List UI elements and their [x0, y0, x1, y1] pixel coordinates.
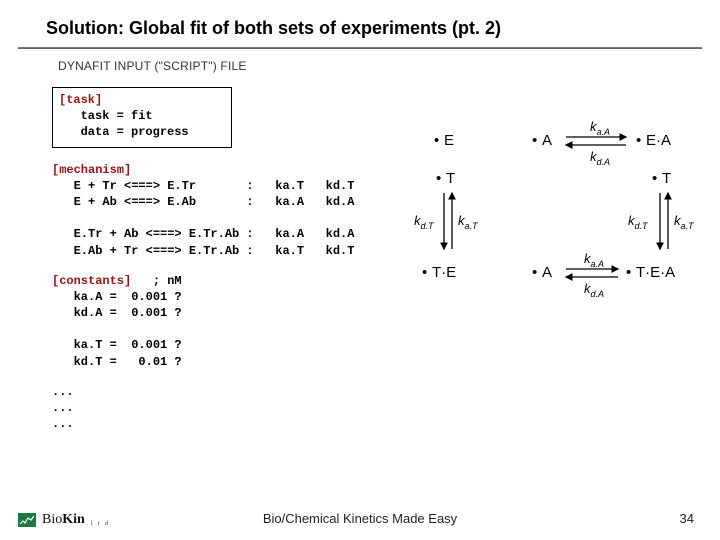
species-E: E — [444, 132, 454, 149]
svg-text:ka.T: ka.T — [674, 213, 695, 231]
svg-text:ka.A: ka.A — [584, 251, 604, 269]
rate-kaT-sub: a.T — [681, 221, 696, 231]
task-block: [task] task = fit data = progress — [52, 87, 232, 148]
species-A: A — [542, 132, 552, 149]
task-lines: task = fit data = progress — [59, 109, 189, 139]
ellipsis-block: ... ... ... — [52, 384, 390, 433]
reaction-diagram: • E • A • E·A ka.A kd.A • T kd.T ka.T • — [414, 87, 704, 319]
species-T: T — [662, 170, 671, 187]
rate-kdT-sub: d.T — [635, 221, 650, 231]
svg-text:kd.A: kd.A — [590, 149, 610, 167]
species-dot: • — [532, 264, 537, 281]
rate-kdA-sub: d.A — [591, 289, 605, 299]
logo: BioKin l t d — [18, 512, 110, 528]
mech-lines: E + Tr <===> E.Tr : ka.T kd.T E + Ab <==… — [52, 179, 354, 258]
svg-text:kd.T: kd.T — [628, 213, 649, 231]
species-dot: • — [422, 264, 427, 281]
species-dot: • — [636, 132, 641, 149]
species-EA: E·A — [646, 132, 671, 149]
logo-subtext: l t d — [91, 521, 110, 527]
subhead: DYNAFIT INPUT ("SCRIPT") FILE — [0, 59, 720, 73]
rate-kaA-sub: a.A — [597, 127, 611, 137]
svg-text:ka.A: ka.A — [590, 119, 610, 137]
svg-text:ka.T: ka.T — [458, 213, 479, 231]
species-A: A — [542, 264, 552, 281]
species-dot: • — [626, 264, 631, 281]
svg-text:kd.A: kd.A — [584, 281, 604, 299]
species-TE: T·E — [432, 264, 456, 281]
species-dot: • — [532, 132, 537, 149]
const-section-head: [constants] — [52, 274, 131, 288]
rate-kdT-sub: d.T — [421, 221, 436, 231]
species-T: T — [446, 170, 455, 187]
task-section-head: [task] — [59, 93, 102, 107]
logo-text: BioKin — [42, 512, 85, 528]
species-dot: • — [434, 132, 439, 149]
svg-text:kd.T: kd.T — [414, 213, 435, 231]
species-dot: • — [436, 170, 441, 187]
species-dot: • — [652, 170, 657, 187]
species-TEA: T·E·A — [636, 264, 675, 281]
title-underline — [18, 47, 702, 49]
logo-icon — [18, 513, 36, 527]
mech-section-head: [mechanism] — [52, 163, 131, 177]
script-block: [task] task = fit data = progress [mecha… — [52, 87, 390, 446]
const-after: ; nM — [131, 274, 181, 288]
page-number: 34 — [680, 511, 694, 526]
const-lines: ka.A = 0.001 ? kd.A = 0.001 ? ka.T = 0.0… — [52, 290, 182, 369]
rate-kaT-sub: a.T — [465, 221, 480, 231]
mechanism-block: [mechanism] E + Tr <===> E.Tr : ka.T kd.… — [52, 162, 390, 259]
rate-kaA-sub: a.A — [591, 259, 605, 269]
rate-kdA-sub: d.A — [597, 157, 611, 167]
constants-block: [constants] ; nM ka.A = 0.001 ? kd.A = 0… — [52, 273, 390, 370]
page-title: Solution: Global fit of both sets of exp… — [0, 0, 720, 47]
